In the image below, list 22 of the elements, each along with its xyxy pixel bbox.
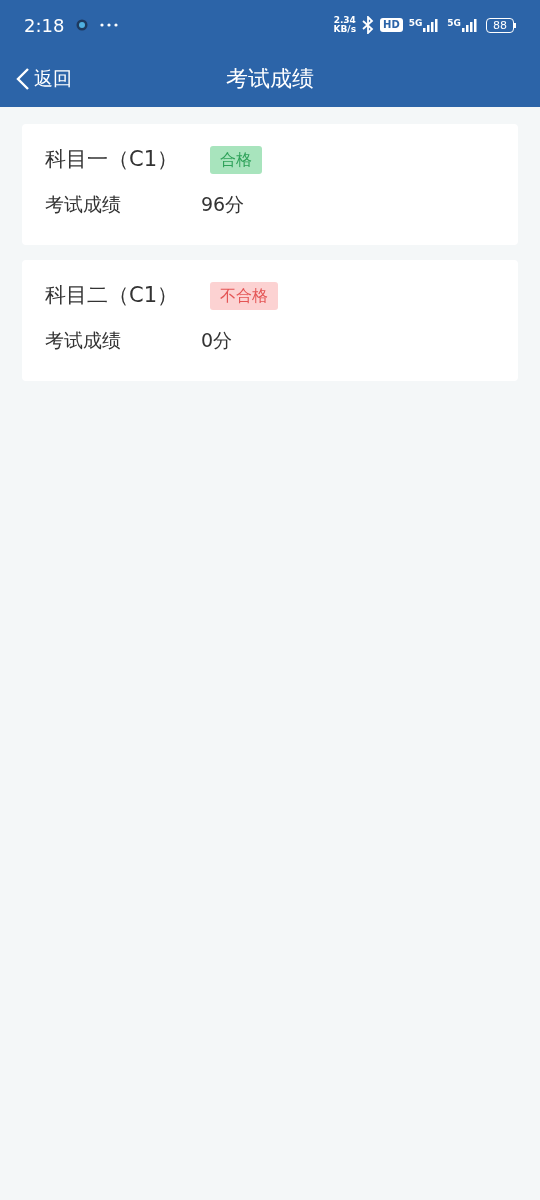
- score-label: 考试成绩: [45, 191, 122, 217]
- app-icon: [76, 19, 89, 31]
- hd-badge: HD: [380, 18, 403, 32]
- chevron-left-icon: [16, 66, 30, 91]
- speed-unit: KB/s: [333, 25, 356, 34]
- status-badge: 不合格: [210, 281, 278, 310]
- status-time: 2:18: [24, 13, 65, 38]
- score-value: 0分: [201, 327, 233, 353]
- network-type: 5G: [447, 18, 461, 28]
- network-speed: 2.34: [333, 16, 356, 25]
- page-title: 考试成绩: [226, 65, 314, 93]
- status-badge: 合格: [210, 145, 262, 174]
- subject-title: 科目一（C1）: [45, 146, 180, 173]
- subject-title: 科目二（C1）: [45, 282, 180, 309]
- network-type: 5G: [408, 18, 423, 28]
- more-icon: [100, 23, 119, 27]
- score-value: 96分: [201, 191, 245, 217]
- score-label: 考试成绩: [45, 327, 122, 353]
- back-button[interactable]: 返回: [16, 64, 72, 93]
- bluetooth-icon: [362, 16, 374, 34]
- battery-icon: 88: [486, 17, 516, 33]
- signal-icon: [462, 18, 480, 32]
